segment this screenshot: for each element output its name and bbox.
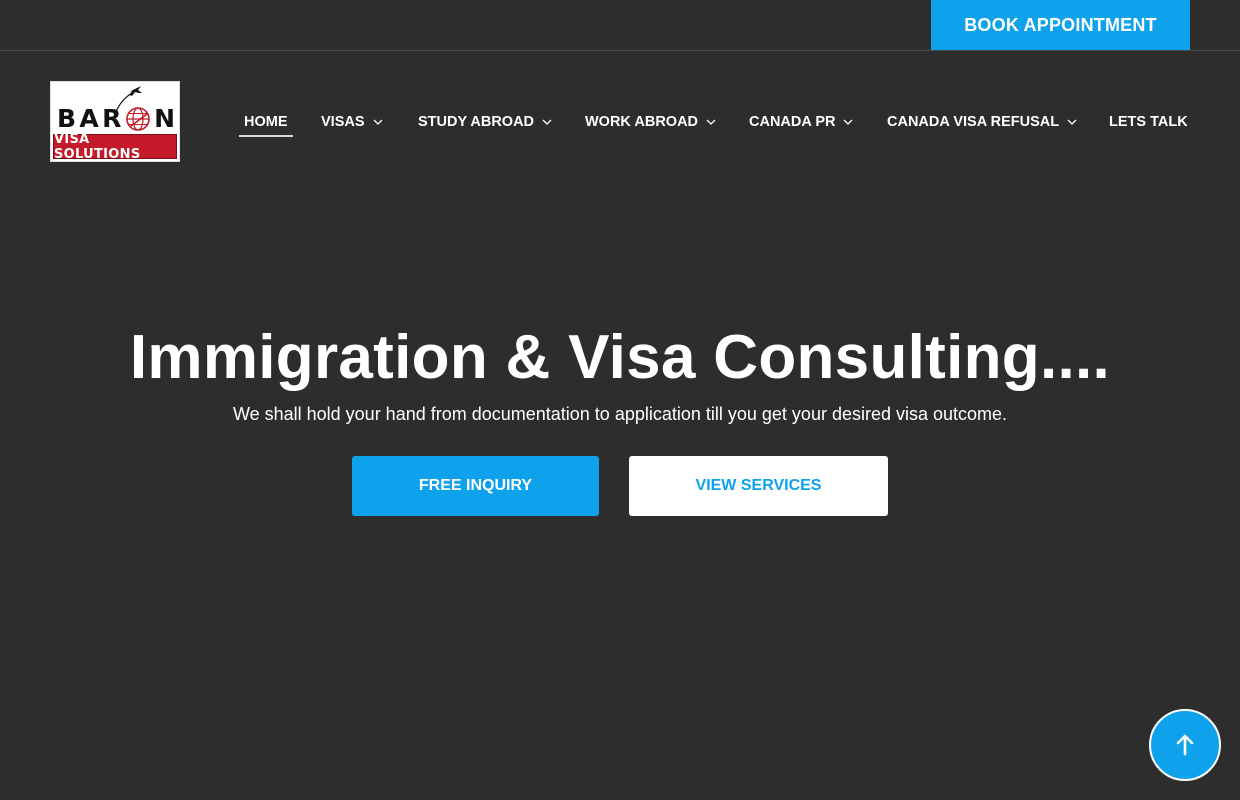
site-logo[interactable]: B A R N VISA SOLUTIONS [50, 81, 180, 162]
logo-brand: B A R N [51, 104, 179, 134]
view-services-button[interactable]: VIEW SERVICES [629, 456, 888, 516]
nav-item-label: VISAS [321, 114, 365, 130]
nav-item-label: CANADA PR [749, 114, 836, 130]
logo-letter: A [79, 104, 99, 133]
globe-icon [126, 107, 150, 131]
nav-item-label: HOME [244, 114, 288, 130]
hero-title: Immigration & Visa Consulting.... [129, 323, 1111, 392]
nav-item-study-abroad[interactable]: STUDY ABROAD [418, 108, 553, 136]
chevron-down-icon [706, 119, 716, 125]
scroll-to-top-button[interactable] [1149, 709, 1221, 781]
nav-item-home[interactable]: HOME [239, 108, 292, 137]
nav-item-label: STUDY ABROAD [418, 114, 535, 130]
logo-letter: B [57, 104, 77, 133]
logo-letter: R [102, 104, 122, 133]
logo-letter: N [154, 104, 175, 133]
hero-subtitle: We shall hold your hand from documentati… [232, 404, 1008, 424]
chevron-down-icon [844, 119, 853, 125]
free-inquiry-button[interactable]: FREE INQUIRY [352, 456, 599, 516]
nav-item-lets-talk[interactable]: LETS TALK [1109, 108, 1188, 136]
arrow-up-icon [1176, 734, 1194, 756]
nav-item-label: CANADA VISA REFUSAL [887, 114, 1060, 130]
nav-item-label: WORK ABROAD [585, 114, 699, 130]
top-bar: BOOK APPOINTMENT [0, 0, 1240, 51]
nav-item-visas[interactable]: VISAS [321, 108, 384, 136]
nav-item-canada-visa-refusal[interactable]: CANADA VISA REFUSAL [887, 108, 1078, 136]
chevron-down-icon [373, 119, 382, 125]
nav-item-work-abroad[interactable]: WORK ABROAD [585, 108, 717, 136]
book-appointment-button[interactable]: BOOK APPOINTMENT [931, 0, 1190, 50]
nav-item-label: LETS TALK [1109, 114, 1188, 130]
logo-tagline: VISA SOLUTIONS [53, 132, 177, 161]
chevron-down-icon [542, 119, 552, 125]
nav-item-canada-pr[interactable]: CANADA PR [749, 108, 854, 136]
chevron-down-icon [1067, 119, 1077, 125]
